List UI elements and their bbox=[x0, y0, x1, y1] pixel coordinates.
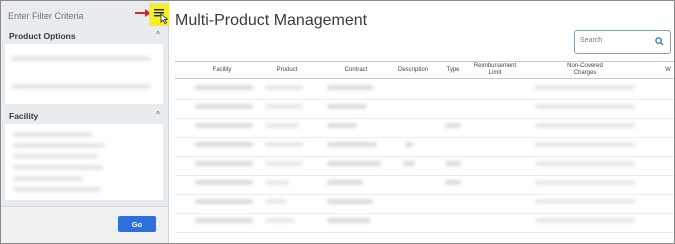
chevron-up-icon[interactable]: ^ bbox=[156, 110, 160, 119]
blurred-cell bbox=[265, 218, 295, 223]
blurred-cell bbox=[403, 161, 415, 166]
blurred-cell bbox=[535, 218, 635, 223]
facility-panel bbox=[5, 124, 163, 200]
column-header-facility[interactable]: Facility bbox=[197, 67, 247, 74]
blurred-cell bbox=[535, 85, 635, 90]
column-header-non-covered-charges[interactable]: Non-Covered Charges bbox=[555, 63, 615, 77]
go-button[interactable]: Go bbox=[118, 216, 156, 232]
blurred-cell bbox=[327, 161, 381, 166]
blurred-option[interactable] bbox=[13, 165, 103, 170]
header-divider bbox=[175, 78, 674, 79]
blurred-cell bbox=[265, 161, 303, 166]
blurred-cell bbox=[535, 104, 635, 109]
blurred-cell bbox=[535, 142, 635, 147]
blurred-option[interactable] bbox=[13, 132, 93, 137]
blurred-cell bbox=[327, 199, 373, 204]
filter-footer: Go bbox=[1, 206, 168, 243]
table-row[interactable] bbox=[175, 232, 674, 233]
header-divider bbox=[175, 61, 674, 62]
blurred-cell bbox=[535, 123, 635, 128]
chevron-up-icon[interactable]: ^ bbox=[156, 30, 160, 39]
section-facility[interactable]: Facility ^ bbox=[1, 109, 168, 123]
product-options-panel bbox=[5, 44, 163, 104]
blurred-cell bbox=[265, 85, 303, 90]
blurred-option[interactable] bbox=[13, 187, 101, 192]
blurred-cell bbox=[327, 104, 367, 109]
blurred-cell bbox=[445, 123, 461, 128]
blurred-option[interactable] bbox=[13, 154, 98, 159]
section-title: Facility bbox=[9, 111, 39, 121]
blurred-cell bbox=[535, 199, 635, 204]
blurred-cell bbox=[265, 180, 289, 185]
table-row[interactable] bbox=[175, 118, 674, 119]
blurred-cell bbox=[445, 161, 461, 166]
blurred-cell bbox=[535, 180, 635, 185]
column-header-reimbursement-limit[interactable]: Reimbursement Limit bbox=[467, 63, 523, 77]
page-title: Multi-Product Management bbox=[175, 12, 368, 29]
blurred-option[interactable] bbox=[13, 176, 83, 181]
blurred-cell bbox=[265, 123, 299, 128]
column-header-w[interactable]: W bbox=[663, 67, 673, 74]
blurred-cell bbox=[327, 85, 373, 90]
blurred-cell bbox=[195, 199, 253, 204]
table-row[interactable] bbox=[175, 99, 674, 100]
blurred-option[interactable] bbox=[13, 143, 105, 148]
blurred-cell bbox=[535, 161, 635, 166]
product-table: Facility Product Contract Description Ty… bbox=[175, 61, 674, 241]
search-input[interactable]: Search bbox=[574, 30, 671, 54]
blurred-cell bbox=[195, 161, 253, 166]
search-placeholder: Search bbox=[580, 37, 603, 44]
section-title: Product Options bbox=[9, 31, 76, 41]
table-row[interactable] bbox=[175, 175, 674, 176]
blurred-cell bbox=[195, 180, 253, 185]
table-row[interactable] bbox=[175, 194, 674, 195]
table-row[interactable] bbox=[175, 137, 674, 138]
blurred-cell bbox=[327, 142, 377, 147]
blurred-cell bbox=[265, 199, 287, 204]
search-icon[interactable] bbox=[655, 37, 664, 46]
blurred-cell bbox=[327, 218, 371, 223]
blurred-field[interactable] bbox=[11, 56, 151, 61]
blurred-cell bbox=[445, 180, 461, 185]
app-frame: Enter Filter Criteria Product Options ^ … bbox=[0, 0, 675, 244]
column-header-product[interactable]: Product bbox=[267, 67, 307, 74]
column-header-description[interactable]: Description bbox=[391, 67, 435, 74]
blurred-cell bbox=[195, 218, 253, 223]
blurred-cell bbox=[405, 142, 413, 147]
column-header-type[interactable]: Type bbox=[442, 67, 464, 74]
section-product-options[interactable]: Product Options ^ bbox=[1, 29, 168, 43]
blurred-cell bbox=[327, 180, 363, 185]
filter-sidebar: Enter Filter Criteria Product Options ^ … bbox=[1, 1, 169, 243]
blurred-cell bbox=[265, 142, 303, 147]
blurred-cell bbox=[195, 123, 253, 128]
main-content: Multi-Product Management Search Facility… bbox=[169, 1, 674, 243]
blurred-cell bbox=[195, 85, 253, 90]
blurred-cell bbox=[265, 104, 303, 109]
blurred-cell bbox=[195, 104, 253, 109]
column-header-contract[interactable]: Contract bbox=[333, 67, 379, 74]
filter-title: Enter Filter Criteria bbox=[8, 11, 84, 21]
blurred-field[interactable] bbox=[11, 84, 151, 89]
table-row[interactable] bbox=[175, 156, 674, 157]
blurred-cell bbox=[195, 142, 253, 147]
table-row[interactable] bbox=[175, 213, 674, 214]
blurred-cell bbox=[327, 123, 357, 128]
